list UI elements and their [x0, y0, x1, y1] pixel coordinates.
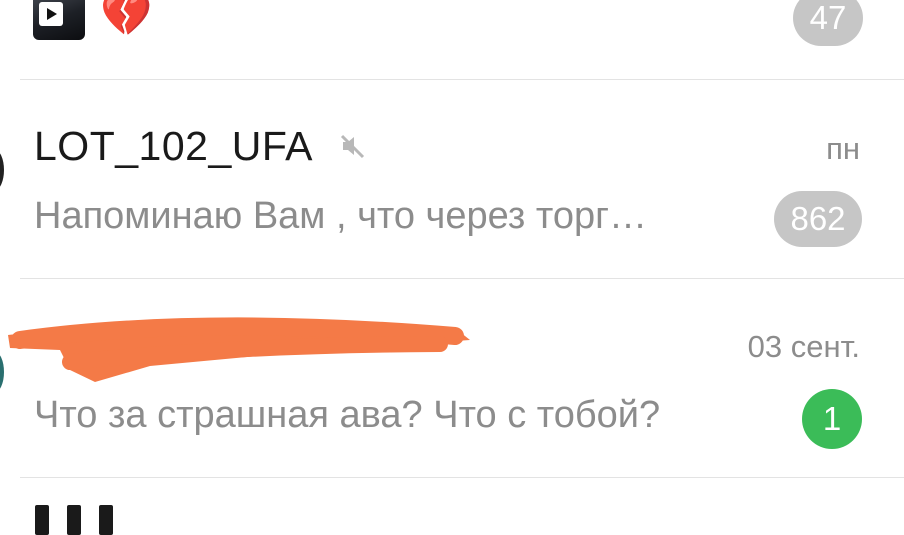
divider: [20, 278, 904, 279]
redaction-scribble: [8, 317, 470, 382]
chat-time: 03 сент.: [747, 329, 860, 364]
video-thumbnail: [33, 0, 85, 40]
unread-badge: 1: [802, 389, 862, 449]
chat-preview: Что за страшная ава? Что с тобой?: [34, 394, 661, 436]
broken-heart-emoji: 💔: [100, 0, 153, 39]
divider: [20, 477, 904, 478]
avatar-edge: [0, 150, 4, 190]
chat-time: пн: [826, 131, 860, 166]
next-chat-title-partial: [35, 505, 155, 535]
chat-title: LOT_102_UFA: [34, 123, 313, 169]
play-icon: [39, 2, 63, 26]
mute-icon: [340, 134, 365, 159]
unread-badge: 47: [793, 0, 863, 46]
chat-preview: Напоминаю Вам , что через торг…: [34, 195, 648, 237]
divider: [20, 79, 904, 80]
unread-badge: 862: [774, 191, 862, 247]
